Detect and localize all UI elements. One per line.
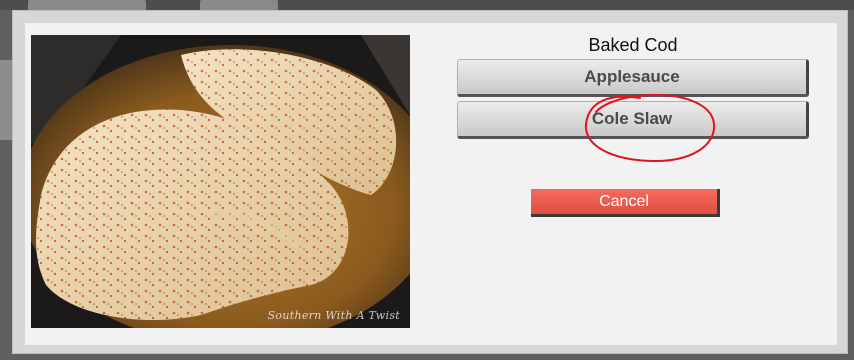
cole-slaw-button[interactable]: Cole Slaw [457, 101, 809, 139]
dialog-title: Baked Cod [588, 35, 678, 55]
background-side-strip [0, 60, 12, 140]
applesauce-button[interactable]: Applesauce [457, 59, 809, 97]
baked-cod-image [31, 35, 410, 328]
photo-watermark: Southern With A Twist [267, 309, 400, 322]
cancel-button[interactable]: Cancel [531, 189, 720, 217]
food-photo: Southern With A Twist [31, 35, 410, 328]
